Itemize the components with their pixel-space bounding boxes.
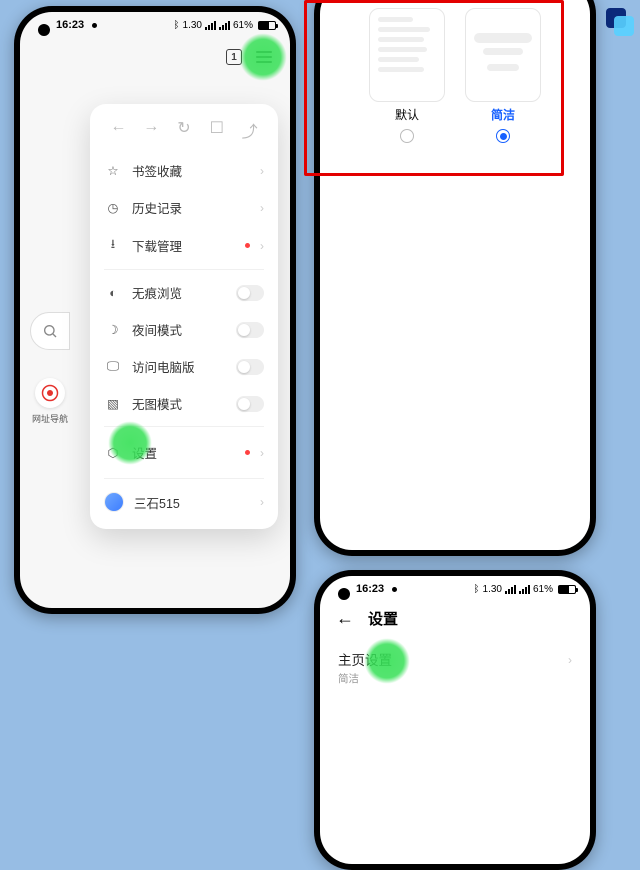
style-option-default[interactable]	[369, 8, 445, 102]
net-label: 1.30	[483, 584, 502, 595]
chevron-right-icon: ›	[260, 201, 264, 215]
menu-desktop[interactable]: 🖵 访问电脑版	[90, 348, 278, 385]
signal-icon-2	[519, 585, 530, 594]
camera-punch	[338, 588, 350, 600]
status-time: 16:23	[356, 583, 384, 595]
chevron-right-icon: ›	[260, 164, 264, 178]
menu-incognito[interactable]: ◐ 无痕浏览	[90, 274, 278, 311]
style-label: 默认	[395, 106, 419, 123]
mask-icon: ◐	[104, 286, 122, 300]
toggle-off[interactable]	[236, 359, 264, 375]
battery-pct: 61%	[533, 584, 553, 595]
home-rail: 网址导航	[30, 312, 70, 425]
star-icon: ☆	[104, 163, 122, 178]
site-nav-label: 网址导航	[32, 412, 68, 425]
setting-homepage[interactable]: 主页设置 简洁 ›	[320, 635, 590, 686]
bookmark-icon[interactable]: ☐	[208, 118, 226, 142]
menu-settings[interactable]: ⬡ 设置 ›	[90, 431, 278, 474]
menu-night[interactable]: ☽ 夜间模式	[90, 311, 278, 348]
chevron-right-icon: ›	[260, 239, 264, 253]
chevron-right-icon: ›	[568, 653, 572, 667]
radio-default[interactable]	[400, 129, 414, 143]
toggle-off[interactable]	[236, 396, 264, 412]
site-nav-button[interactable]	[35, 378, 65, 408]
menu-noimage[interactable]: ▧ 无图模式	[90, 385, 278, 422]
avatar	[104, 492, 124, 512]
menu-history[interactable]: ◷ 历史记录 ›	[90, 189, 278, 226]
signal-icon	[505, 585, 516, 594]
brand-badge	[606, 8, 634, 36]
style-label: 简洁	[491, 106, 515, 123]
search-icon	[42, 323, 58, 339]
moon-icon: ☽	[104, 322, 122, 337]
search-button[interactable]	[30, 312, 70, 350]
gear-icon: ⬡	[104, 445, 122, 460]
phone-left: 16:23 ᛒ 1.30 61% 1	[14, 6, 296, 614]
menu-bookmarks[interactable]: ☆ 书签收藏 ›	[90, 152, 278, 189]
setting-title: 主页设置	[338, 649, 572, 669]
badge-dot	[245, 450, 250, 455]
settings-titlebar: ← 设置	[320, 602, 590, 635]
radio-simple[interactable]	[496, 129, 510, 143]
badge-dot	[245, 243, 250, 248]
reload-icon[interactable]: ↻	[175, 118, 193, 142]
back-button[interactable]: ←	[336, 608, 354, 629]
image-off-icon: ▧	[104, 396, 122, 411]
setting-sub: 简洁	[338, 671, 572, 686]
battery-icon	[558, 585, 576, 594]
status-bar: 16:23 ᛒ 1.30 61%	[320, 576, 590, 602]
chevron-right-icon: ›	[260, 495, 264, 509]
menu-account[interactable]: 三石515 ›	[90, 483, 278, 521]
download-icon: ⭳	[104, 235, 122, 256]
phone-bottom-right: 16:23 ᛒ 1.30 61% ← 设置 主页设置 简洁 ›	[314, 570, 596, 870]
toggle-off[interactable]	[236, 322, 264, 338]
chevron-right-icon: ›	[260, 446, 264, 460]
monitor-icon: 🖵	[104, 359, 122, 374]
page-title: 设置	[368, 608, 398, 629]
menu-nav-row: ← → ↻ ☐ ⤴	[90, 110, 278, 152]
homepage-style-chooser: 默认 简洁	[320, 0, 590, 149]
clock-icon: ◷	[104, 200, 122, 215]
phone-top-right: 默认 简洁	[314, 0, 596, 556]
forward-icon[interactable]: →	[142, 118, 160, 142]
back-icon[interactable]: ←	[109, 118, 127, 142]
toggle-off[interactable]	[236, 285, 264, 301]
share-icon[interactable]: ⤴	[241, 118, 259, 142]
camera-punch	[38, 24, 50, 36]
style-option-simple[interactable]	[465, 8, 541, 102]
bt-icon: ᛒ	[474, 584, 480, 595]
menu-downloads[interactable]: ⭳ 下载管理 ›	[90, 226, 278, 265]
overflow-menu: ← → ↻ ☐ ⤴ ☆ 书签收藏 › ◷ 历史记录 › ⭳ 下载管理 ›	[90, 104, 278, 529]
pin-icon	[41, 384, 59, 402]
